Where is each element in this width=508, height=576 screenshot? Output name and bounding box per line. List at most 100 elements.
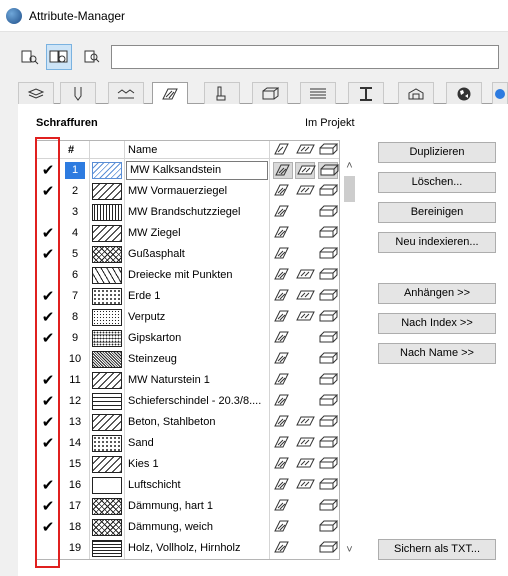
draft-fill-icon [273,204,293,221]
in-project-checkmark[interactable]: ✔ [39,183,57,200]
view-left-button[interactable] [17,44,43,70]
tab-building-materials[interactable] [348,82,384,104]
in-project-checkmark[interactable]: ✔ [39,435,57,452]
tab-more[interactable] [492,82,508,104]
in-project-checkmark[interactable]: ✔ [39,288,57,305]
list-item[interactable]: ✔ 16 Luftschicht [37,475,339,496]
list-item[interactable]: ✔ 8 Verputz [37,307,339,328]
list-item[interactable]: 6 Dreiecke mit Punkten [37,265,339,286]
fill-pattern-swatch [92,519,122,536]
fill-pattern-swatch [92,162,122,179]
in-project-checkmark[interactable]: ✔ [39,414,57,431]
in-project-checkmark[interactable]: ✔ [39,309,57,326]
duplicate-button[interactable]: Duplizieren [378,142,496,163]
view-right-button[interactable] [78,44,104,70]
file-right-view-icon [84,50,100,63]
sort-by-index-button[interactable]: Nach Index >> [378,313,496,334]
tab-composites[interactable] [204,82,240,104]
cut-fill-icon [318,456,339,473]
zone-category-icon [408,87,424,99]
tab-surfaces[interactable] [300,82,336,104]
list-item[interactable]: ✔ 9 Gipskarton [37,328,339,349]
list-item[interactable]: ✔ 4 MW Ziegel [37,223,339,244]
tab-zone-categories[interactable] [398,82,434,104]
list-item[interactable]: 10 Steinzeug [37,349,339,370]
fill-usage-icons [270,162,339,180]
tab-globe[interactable] [446,82,482,104]
draft-fill-icon [273,309,293,326]
list-item[interactable]: ✔ 1 MW Kalksandstein [37,160,339,181]
in-project-checkmark[interactable]: ✔ [39,519,57,536]
fill-index: 3 [71,206,79,218]
draft-fill-icon [273,414,293,431]
list-item[interactable]: ✔ 7 Erde 1 [37,286,339,307]
reindex-button[interactable]: Neu indexieren... [378,232,496,253]
tab-fills[interactable] [152,82,188,105]
in-project-checkmark[interactable]: ✔ [39,330,57,347]
list-item[interactable]: ✔ 12 Schieferschindel - 20.3/8.... [37,391,339,412]
fill-pattern-swatch [92,183,122,200]
list-item[interactable]: ✔ 13 Beton, Stahlbeton [37,412,339,433]
draft-fill-icon [273,246,293,263]
list-item[interactable]: ✔ 11 MW Naturstein 1 [37,370,339,391]
fill-name: MW Naturstein 1 [128,374,210,386]
search-input[interactable] [111,45,499,69]
globe-icon [457,87,471,100]
fill-index: 19 [68,542,82,554]
fill-usage-icons [270,267,339,285]
scroll-thumb[interactable] [344,176,355,202]
in-project-checkmark[interactable]: ✔ [39,162,57,179]
in-project-checkmark[interactable]: ✔ [39,477,57,494]
list-item[interactable]: ✔ 14 Sand [37,433,339,454]
fills-icon [162,88,178,100]
building-materials-icon [360,86,372,101]
pen-icon [74,86,82,101]
list-item[interactable]: 19 Holz, Vollholz, Hirnholz [37,538,339,559]
save-as-txt-button[interactable]: Sichern als TXT... [378,539,496,560]
list-item[interactable]: ✔ 17 Dämmung, hart 1 [37,496,339,517]
fill-usage-icons [270,330,339,348]
view-split-button[interactable] [46,44,72,70]
fill-index: 8 [71,311,79,323]
fill-index: 15 [68,458,82,470]
in-project-checkmark[interactable]: ✔ [39,372,57,389]
fill-pattern-swatch [92,330,122,347]
list-item[interactable]: 3 MW Brandschutzziegel [37,202,339,223]
cover-fill-icon [295,309,315,326]
fill-usage-icons [270,372,339,390]
fill-name[interactable]: MW Kalksandstein [126,161,268,180]
cut-fill-icon [318,351,339,368]
sort-by-name-button[interactable]: Nach Name >> [378,343,496,364]
fill-name: Gußasphalt [128,248,185,260]
list-scrollbar[interactable]: ˄ ˅ [341,150,358,560]
cut-fill-icon [318,435,339,452]
fill-usage-icons [270,351,339,369]
cut-fill-icon [318,540,339,557]
list-item[interactable]: ✔ 5 Gußasphalt [37,244,339,265]
append-button[interactable]: Anhängen >> [378,283,496,304]
in-project-checkmark[interactable]: ✔ [39,225,57,242]
scroll-up-icon[interactable]: ˄ [343,160,356,172]
in-project-checkmark[interactable]: ✔ [39,498,57,515]
fill-name: MW Vormauerziegel [128,185,228,197]
purge-button[interactable]: Bereinigen [378,202,496,223]
in-project-checkmark[interactable]: ✔ [39,393,57,410]
fill-pattern-swatch [92,246,122,263]
cut-fill-icon [318,183,339,200]
fills-list[interactable]: # Name ✔ 1 MW Kalksandstein ✔ 2 MW Vormauerzi… [36,140,340,560]
fill-name: MW Brandschutzziegel [128,206,241,218]
fill-index: 12 [68,395,82,407]
scroll-down-icon[interactable]: ˅ [343,544,356,556]
tab-layers[interactable] [18,82,54,104]
list-item[interactable]: ✔ 18 Dämmung, weich [37,517,339,538]
tab-profiles[interactable] [252,82,288,104]
delete-button[interactable]: Löschen... [378,172,496,193]
in-project-checkmark[interactable]: ✔ [39,246,57,263]
tab-pens[interactable] [60,82,96,104]
list-item[interactable]: 15 Kies 1 [37,454,339,475]
list-item[interactable]: ✔ 2 MW Vormauerziegel [37,181,339,202]
draft-fill-icon [273,519,293,536]
draft-fill-icon [273,351,293,368]
tab-line-types[interactable] [108,82,144,104]
fill-usage-icons [270,414,339,432]
